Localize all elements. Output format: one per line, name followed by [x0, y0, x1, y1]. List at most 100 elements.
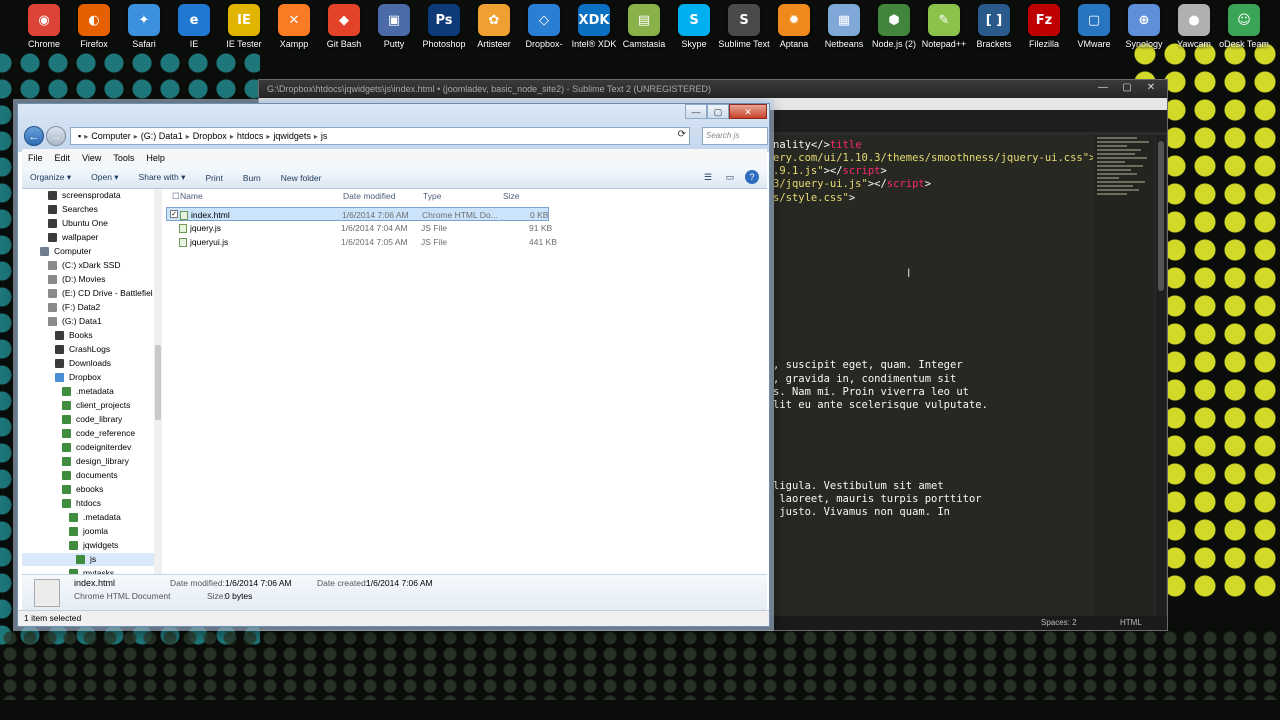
nav-item[interactable]: design_library	[22, 455, 129, 468]
nav-item[interactable]: Ubuntu One	[22, 217, 108, 230]
nav-item[interactable]: jqwidgets	[22, 539, 118, 552]
desktop-shortcut[interactable]: ⬢ Node.js (2)	[869, 0, 919, 58]
nav-item[interactable]: codeigniterdev	[22, 441, 131, 454]
aptana-icon[interactable]: ✹	[778, 4, 810, 36]
preview-pane-icon[interactable]: ▭	[723, 170, 737, 184]
nav-item[interactable]: CrashLogs	[22, 343, 110, 356]
nav-item[interactable]: .metadata	[22, 385, 114, 398]
breadcrumb-item[interactable]: Computer	[91, 131, 131, 141]
nav-item[interactable]: Searches	[22, 203, 98, 216]
menu-edit[interactable]: Edit	[55, 153, 71, 163]
nav-item[interactable]: (E:) CD Drive - Battlefiel	[22, 287, 153, 300]
nav-item[interactable]: (C:) xDark SSD	[22, 259, 121, 272]
nav-item[interactable]: (F:) Data2	[22, 301, 100, 314]
ie-tester-icon[interactable]: IE	[228, 4, 260, 36]
maximize-icon[interactable]: ▢	[707, 104, 729, 119]
column-size[interactable]: Size	[503, 191, 520, 201]
minimap[interactable]	[1093, 135, 1155, 617]
desktop-shortcut[interactable]: ◆ Git Bash	[319, 0, 369, 58]
nav-item[interactable]: htdocs	[22, 497, 101, 510]
breadcrumb-item[interactable]: htdocs	[237, 131, 264, 141]
xampp-icon[interactable]: ✕	[278, 4, 310, 36]
synology-icon[interactable]: ⊕	[1128, 4, 1160, 36]
forward-arrow-icon[interactable]: →	[46, 126, 66, 146]
command-button[interactable]: Burn	[243, 173, 261, 183]
desktop-shortcut[interactable]: ◉ Chrome	[19, 0, 69, 58]
nav-item[interactable]: code_library	[22, 413, 122, 426]
safari-icon[interactable]: ✦	[128, 4, 160, 36]
desktop-shortcut[interactable]: ▣ Putty	[369, 0, 419, 58]
select-all-checkbox[interactable]: ☐	[172, 191, 180, 202]
command-button[interactable]: Organize ▾	[30, 172, 71, 183]
chevron-right-icon[interactable]: ▸	[134, 132, 138, 141]
ie-icon[interactable]: e	[178, 4, 210, 36]
file-row[interactable]: jqueryui.js 1/6/2014 7:05 AM JS File 441 KB	[166, 235, 557, 249]
firefox-icon[interactable]: ◐	[78, 4, 110, 36]
chevron-right-icon[interactable]: ▸	[314, 132, 318, 141]
desktop-shortcut[interactable]: ▢ VMware	[1069, 0, 1119, 58]
editor-scrollbar[interactable]	[1156, 135, 1166, 617]
nav-item[interactable]: screensprodata	[22, 189, 121, 202]
back-arrow-icon[interactable]: ←	[24, 126, 44, 146]
breadcrumb-item[interactable]: Dropbox	[193, 131, 227, 141]
refresh-icon[interactable]: ⟳	[678, 129, 686, 140]
desktop-shortcut[interactable]: ✦ Safari	[119, 0, 169, 58]
column-type[interactable]: Type	[423, 191, 441, 201]
desktop-shortcut[interactable]: S Skype	[669, 0, 719, 58]
notepadpp-icon[interactable]: ✎	[928, 4, 960, 36]
file-row[interactable]: jquery.js 1/6/2014 7:04 AM JS File 91 KB	[166, 221, 552, 235]
search-input[interactable]: Search js	[702, 127, 768, 145]
close-icon[interactable]: ✕	[729, 104, 767, 119]
desktop-shortcut[interactable]: ▦ Netbeans	[819, 0, 869, 58]
desktop-shortcut[interactable]: IE IE Tester	[219, 0, 269, 58]
nav-item[interactable]: documents	[22, 469, 118, 482]
photoshop-icon[interactable]: Ps	[428, 4, 460, 36]
breadcrumb-item[interactable]: js	[321, 131, 328, 141]
nav-item[interactable]: (D:) Movies	[22, 273, 105, 286]
desktop-shortcut[interactable]: Ps Photoshop	[419, 0, 469, 58]
view-options-icon[interactable]: ☰	[701, 170, 715, 184]
nav-item[interactable]: Dropbox	[22, 371, 101, 384]
desktop-shortcut[interactable]: S Sublime Text	[718, 0, 770, 58]
close-icon[interactable]: ✕	[1139, 80, 1163, 96]
skype-icon[interactable]: S	[678, 4, 710, 36]
filezilla-icon[interactable]: Fz	[1028, 4, 1060, 36]
desktop-shortcut[interactable]: ◐ Firefox	[69, 0, 119, 58]
camtasia-icon[interactable]: ▤	[628, 4, 660, 36]
sublime-icon[interactable]: S	[728, 4, 760, 36]
odesk-icon[interactable]: ☺	[1228, 4, 1260, 36]
indentation-status[interactable]: Spaces: 2	[1041, 616, 1077, 630]
putty-icon[interactable]: ▣	[378, 4, 410, 36]
maximize-icon[interactable]: ▢	[1115, 80, 1139, 96]
column-name[interactable]: Name	[180, 191, 203, 201]
scrollbar-thumb[interactable]	[1158, 141, 1164, 291]
nav-item[interactable]: Computer	[22, 245, 91, 258]
desktop-shortcut[interactable]: ◇ Dropbox-	[519, 0, 569, 58]
desktop-shortcut[interactable]: [ ] Brackets	[969, 0, 1019, 58]
nav-item[interactable]: js	[22, 553, 154, 566]
dropbox-icon[interactable]: ◇	[528, 4, 560, 36]
desktop-shortcut[interactable]: e IE	[169, 0, 219, 58]
desktop-shortcut[interactable]: ☺ oDesk Team	[1219, 0, 1269, 58]
yawcam-icon[interactable]: ●	[1178, 4, 1210, 36]
column-date[interactable]: Date modified	[343, 191, 395, 201]
navigation-scrollbar[interactable]	[154, 189, 162, 574]
desktop-shortcut[interactable]: ✎ Notepad++	[919, 0, 969, 58]
address-bar[interactable]: ▪ ▸ Computer ▸ (G:) Data1 ▸ Dropbox ▸ htdocs ▸ jq…	[70, 127, 690, 145]
git-bash-icon[interactable]: ◆	[328, 4, 360, 36]
breadcrumb-item[interactable]: (G:) Data1	[141, 131, 183, 141]
command-button[interactable]: New folder	[281, 173, 322, 183]
chevron-right-icon[interactable]: ▸	[84, 132, 88, 141]
desktop-shortcut[interactable]: ✹ Aptana	[769, 0, 819, 58]
chevron-right-icon[interactable]: ▸	[230, 132, 234, 141]
brackets-icon[interactable]: [ ]	[978, 4, 1010, 36]
nav-item[interactable]: code_reference	[22, 427, 135, 440]
breadcrumb-item[interactable]: jqwidgets	[273, 131, 311, 141]
nav-item[interactable]: Books	[22, 329, 93, 342]
chevron-right-icon[interactable]: ▸	[266, 132, 270, 141]
desktop-shortcut[interactable]: XDK Intel® XDK	[569, 0, 619, 58]
menu-tools[interactable]: Tools	[113, 153, 134, 163]
syntax-status[interactable]: HTML	[1120, 616, 1142, 630]
nav-item[interactable]: joomla	[22, 525, 108, 538]
minimize-icon[interactable]: —	[685, 104, 707, 119]
